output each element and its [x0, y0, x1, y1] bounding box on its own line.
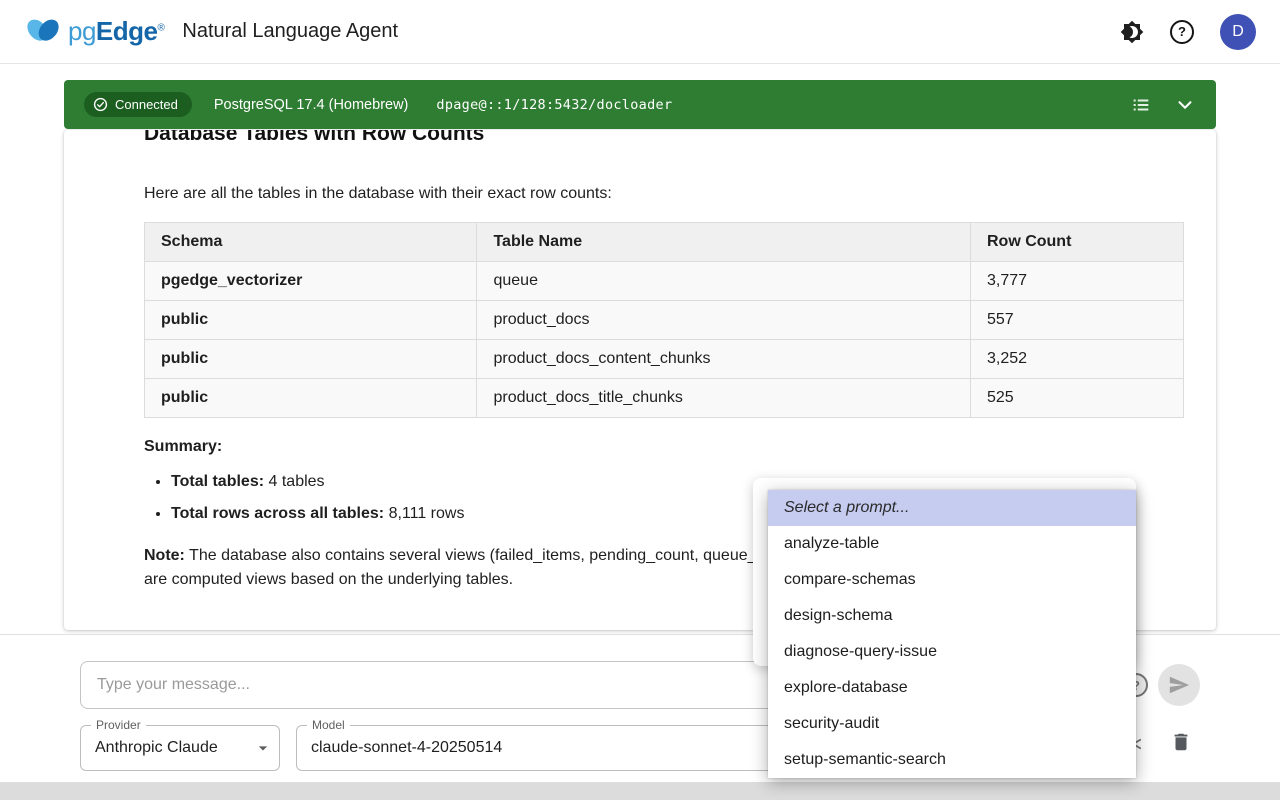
cell-schema: public	[145, 340, 477, 379]
summary-item-label: Total rows across all tables:	[171, 505, 384, 522]
help-icon: ?	[1170, 20, 1194, 44]
prompt-option[interactable]: diagnose-query-issue	[768, 634, 1136, 670]
page-title: Natural Language Agent	[182, 20, 398, 43]
chevron-down-icon	[1174, 94, 1196, 116]
wordmark-pg: pg	[68, 16, 96, 46]
prompt-option-placeholder[interactable]: Select a prompt...	[768, 490, 1136, 526]
summary-item-label: Total tables:	[171, 473, 264, 490]
app-header: pgEdge® Natural Language Agent ? D	[0, 0, 1280, 64]
prompt-dropdown-list: Select a prompt... analyze-table compare…	[768, 490, 1136, 778]
pgedge-heart-icon	[24, 16, 62, 48]
user-avatar[interactable]: D	[1220, 14, 1256, 50]
cell-schema: public	[145, 379, 477, 418]
cell-row-count: 3,252	[970, 340, 1183, 379]
prompt-option[interactable]: setup-semantic-search	[768, 742, 1136, 778]
pgedge-wordmark: pgEdge®	[68, 16, 164, 47]
list-icon	[1130, 94, 1152, 116]
connection-bar: Connected PostgreSQL 17.4 (Homebrew) dpa…	[64, 80, 1216, 129]
message-intro: Here are all the tables in the database …	[144, 182, 1184, 206]
bottom-strip	[0, 782, 1280, 800]
cell-table-name: queue	[477, 262, 971, 301]
message-heading: Database Tables with Row Counts	[144, 130, 1184, 148]
cell-table-name: product_docs	[477, 301, 971, 340]
cell-schema: public	[145, 301, 477, 340]
connection-dsn: dpage@::1/128:5432/docloader	[436, 97, 672, 113]
summary-item-value: 4 tables	[269, 473, 325, 490]
column-header-table-name: Table Name	[477, 223, 971, 262]
provider-select[interactable]: Provider Anthropic Claude	[80, 725, 280, 771]
table-row: public product_docs_title_chunks 525	[145, 379, 1184, 418]
prompt-option[interactable]: explore-database	[768, 670, 1136, 706]
server-version-label: PostgreSQL 17.4 (Homebrew)	[214, 97, 409, 113]
connection-list-button[interactable]	[1130, 94, 1152, 116]
send-icon	[1168, 674, 1190, 696]
cell-row-count: 3,777	[970, 262, 1183, 301]
provider-value: Anthropic Claude	[81, 726, 279, 770]
connection-bar-actions	[1130, 94, 1196, 116]
connection-status-badge: Connected	[84, 92, 192, 117]
dark-mode-toggle-button[interactable]	[1120, 20, 1144, 44]
table-row: pgedge_vectorizer queue 3,777	[145, 262, 1184, 301]
table-row: public product_docs 557	[145, 301, 1184, 340]
clear-chat-button[interactable]	[1170, 731, 1192, 756]
prompt-option[interactable]: design-schema	[768, 598, 1136, 634]
cell-table-name: product_docs_title_chunks	[477, 379, 971, 418]
note-label: Note:	[144, 547, 185, 564]
cell-schema: pgedge_vectorizer	[145, 262, 477, 301]
prompt-option[interactable]: analyze-table	[768, 526, 1136, 562]
brightness-icon	[1120, 20, 1144, 44]
row-counts-table: Schema Table Name Row Count pgedge_vecto…	[144, 222, 1184, 418]
wordmark-edge: Edge	[96, 16, 158, 46]
column-header-schema: Schema	[145, 223, 477, 262]
summary-item-value: 8,111 rows	[389, 505, 465, 522]
trash-icon	[1170, 731, 1192, 753]
prompt-option[interactable]: security-audit	[768, 706, 1136, 742]
dropdown-caret-icon	[253, 738, 273, 763]
cell-row-count: 525	[970, 379, 1183, 418]
connection-status-label: Connected	[115, 97, 178, 112]
model-label: Model	[307, 718, 350, 732]
pgedge-logo: pgEdge®	[24, 16, 164, 48]
table-row: public product_docs_content_chunks 3,252	[145, 340, 1184, 379]
table-body: pgedge_vectorizer queue 3,777 public pro…	[145, 262, 1184, 418]
summary-heading: Summary:	[144, 438, 1184, 456]
header-actions: ? D	[1120, 14, 1256, 50]
check-circle-icon	[93, 97, 108, 112]
table-header-row: Schema Table Name Row Count	[145, 223, 1184, 262]
cell-row-count: 557	[970, 301, 1183, 340]
send-button[interactable]	[1158, 664, 1200, 706]
provider-label: Provider	[91, 718, 146, 732]
column-header-row-count: Row Count	[970, 223, 1183, 262]
connection-collapse-button[interactable]	[1174, 94, 1196, 116]
help-button[interactable]: ?	[1170, 20, 1194, 44]
prompt-option[interactable]: compare-schemas	[768, 562, 1136, 598]
cell-table-name: product_docs_content_chunks	[477, 340, 971, 379]
wordmark-registered-mark: ®	[158, 22, 165, 33]
